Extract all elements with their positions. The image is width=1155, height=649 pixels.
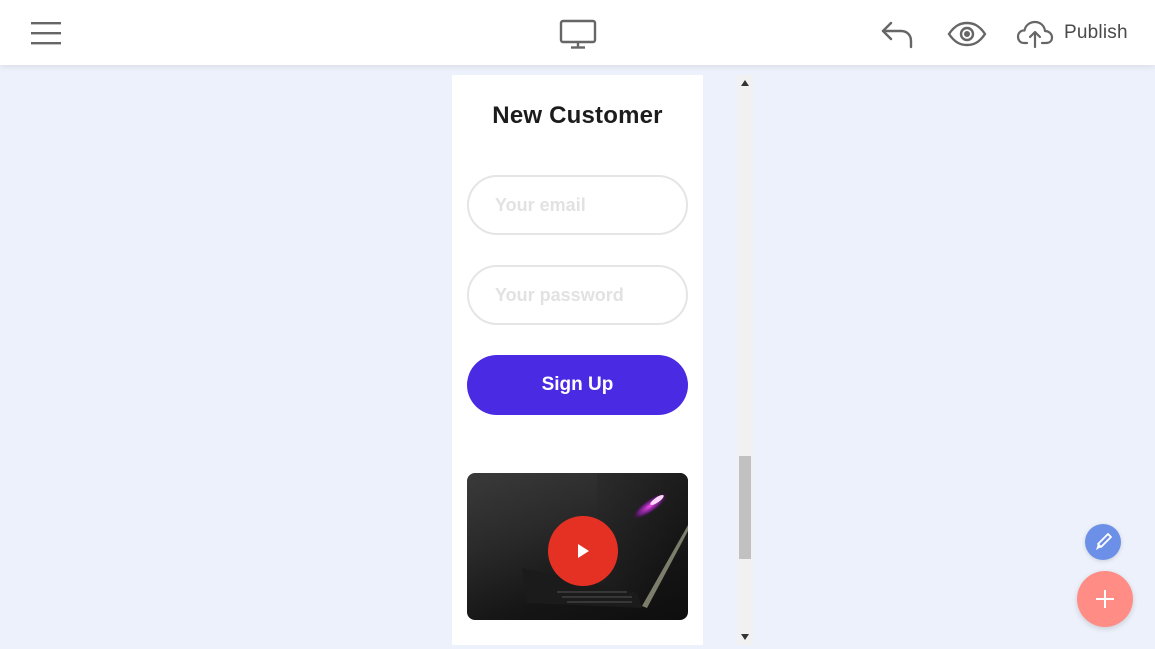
publish-label: Publish [1064, 22, 1128, 43]
undo-arrow-icon [881, 21, 913, 49]
scroll-up-arrow-icon [741, 80, 749, 86]
form-title: New Customer [492, 102, 663, 129]
brush-icon [1096, 533, 1112, 550]
video-block[interactable] [467, 473, 688, 620]
cloud-upload-icon [1016, 20, 1054, 48]
scroll-down-button[interactable] [737, 629, 753, 645]
email-input[interactable] [469, 177, 686, 233]
device-view-button[interactable] [555, 16, 601, 52]
edit-style-button[interactable] [1085, 524, 1121, 560]
preview-scrollbar[interactable] [737, 75, 753, 645]
play-icon [578, 544, 589, 558]
hamburger-menu-icon [31, 22, 61, 45]
plus-icon [1096, 590, 1114, 608]
scroll-up-button[interactable] [737, 75, 753, 91]
undo-button[interactable] [877, 15, 917, 51]
desktop-monitor-icon [559, 19, 597, 49]
password-input[interactable] [469, 267, 686, 323]
preview-button[interactable] [944, 17, 990, 51]
play-button[interactable] [548, 516, 618, 586]
menu-button[interactable] [26, 16, 66, 50]
eye-icon [947, 21, 987, 47]
email-field[interactable] [467, 175, 688, 235]
top-toolbar: Publish [0, 0, 1155, 65]
mobile-preview-canvas: New Customer Sign Up [452, 75, 703, 645]
password-field[interactable] [467, 265, 688, 325]
publish-button[interactable]: Publish [1016, 14, 1141, 52]
sign-up-button[interactable]: Sign Up [467, 355, 688, 415]
scroll-down-arrow-icon [741, 634, 749, 640]
scroll-thumb[interactable] [739, 456, 751, 559]
add-block-button[interactable] [1077, 571, 1133, 627]
